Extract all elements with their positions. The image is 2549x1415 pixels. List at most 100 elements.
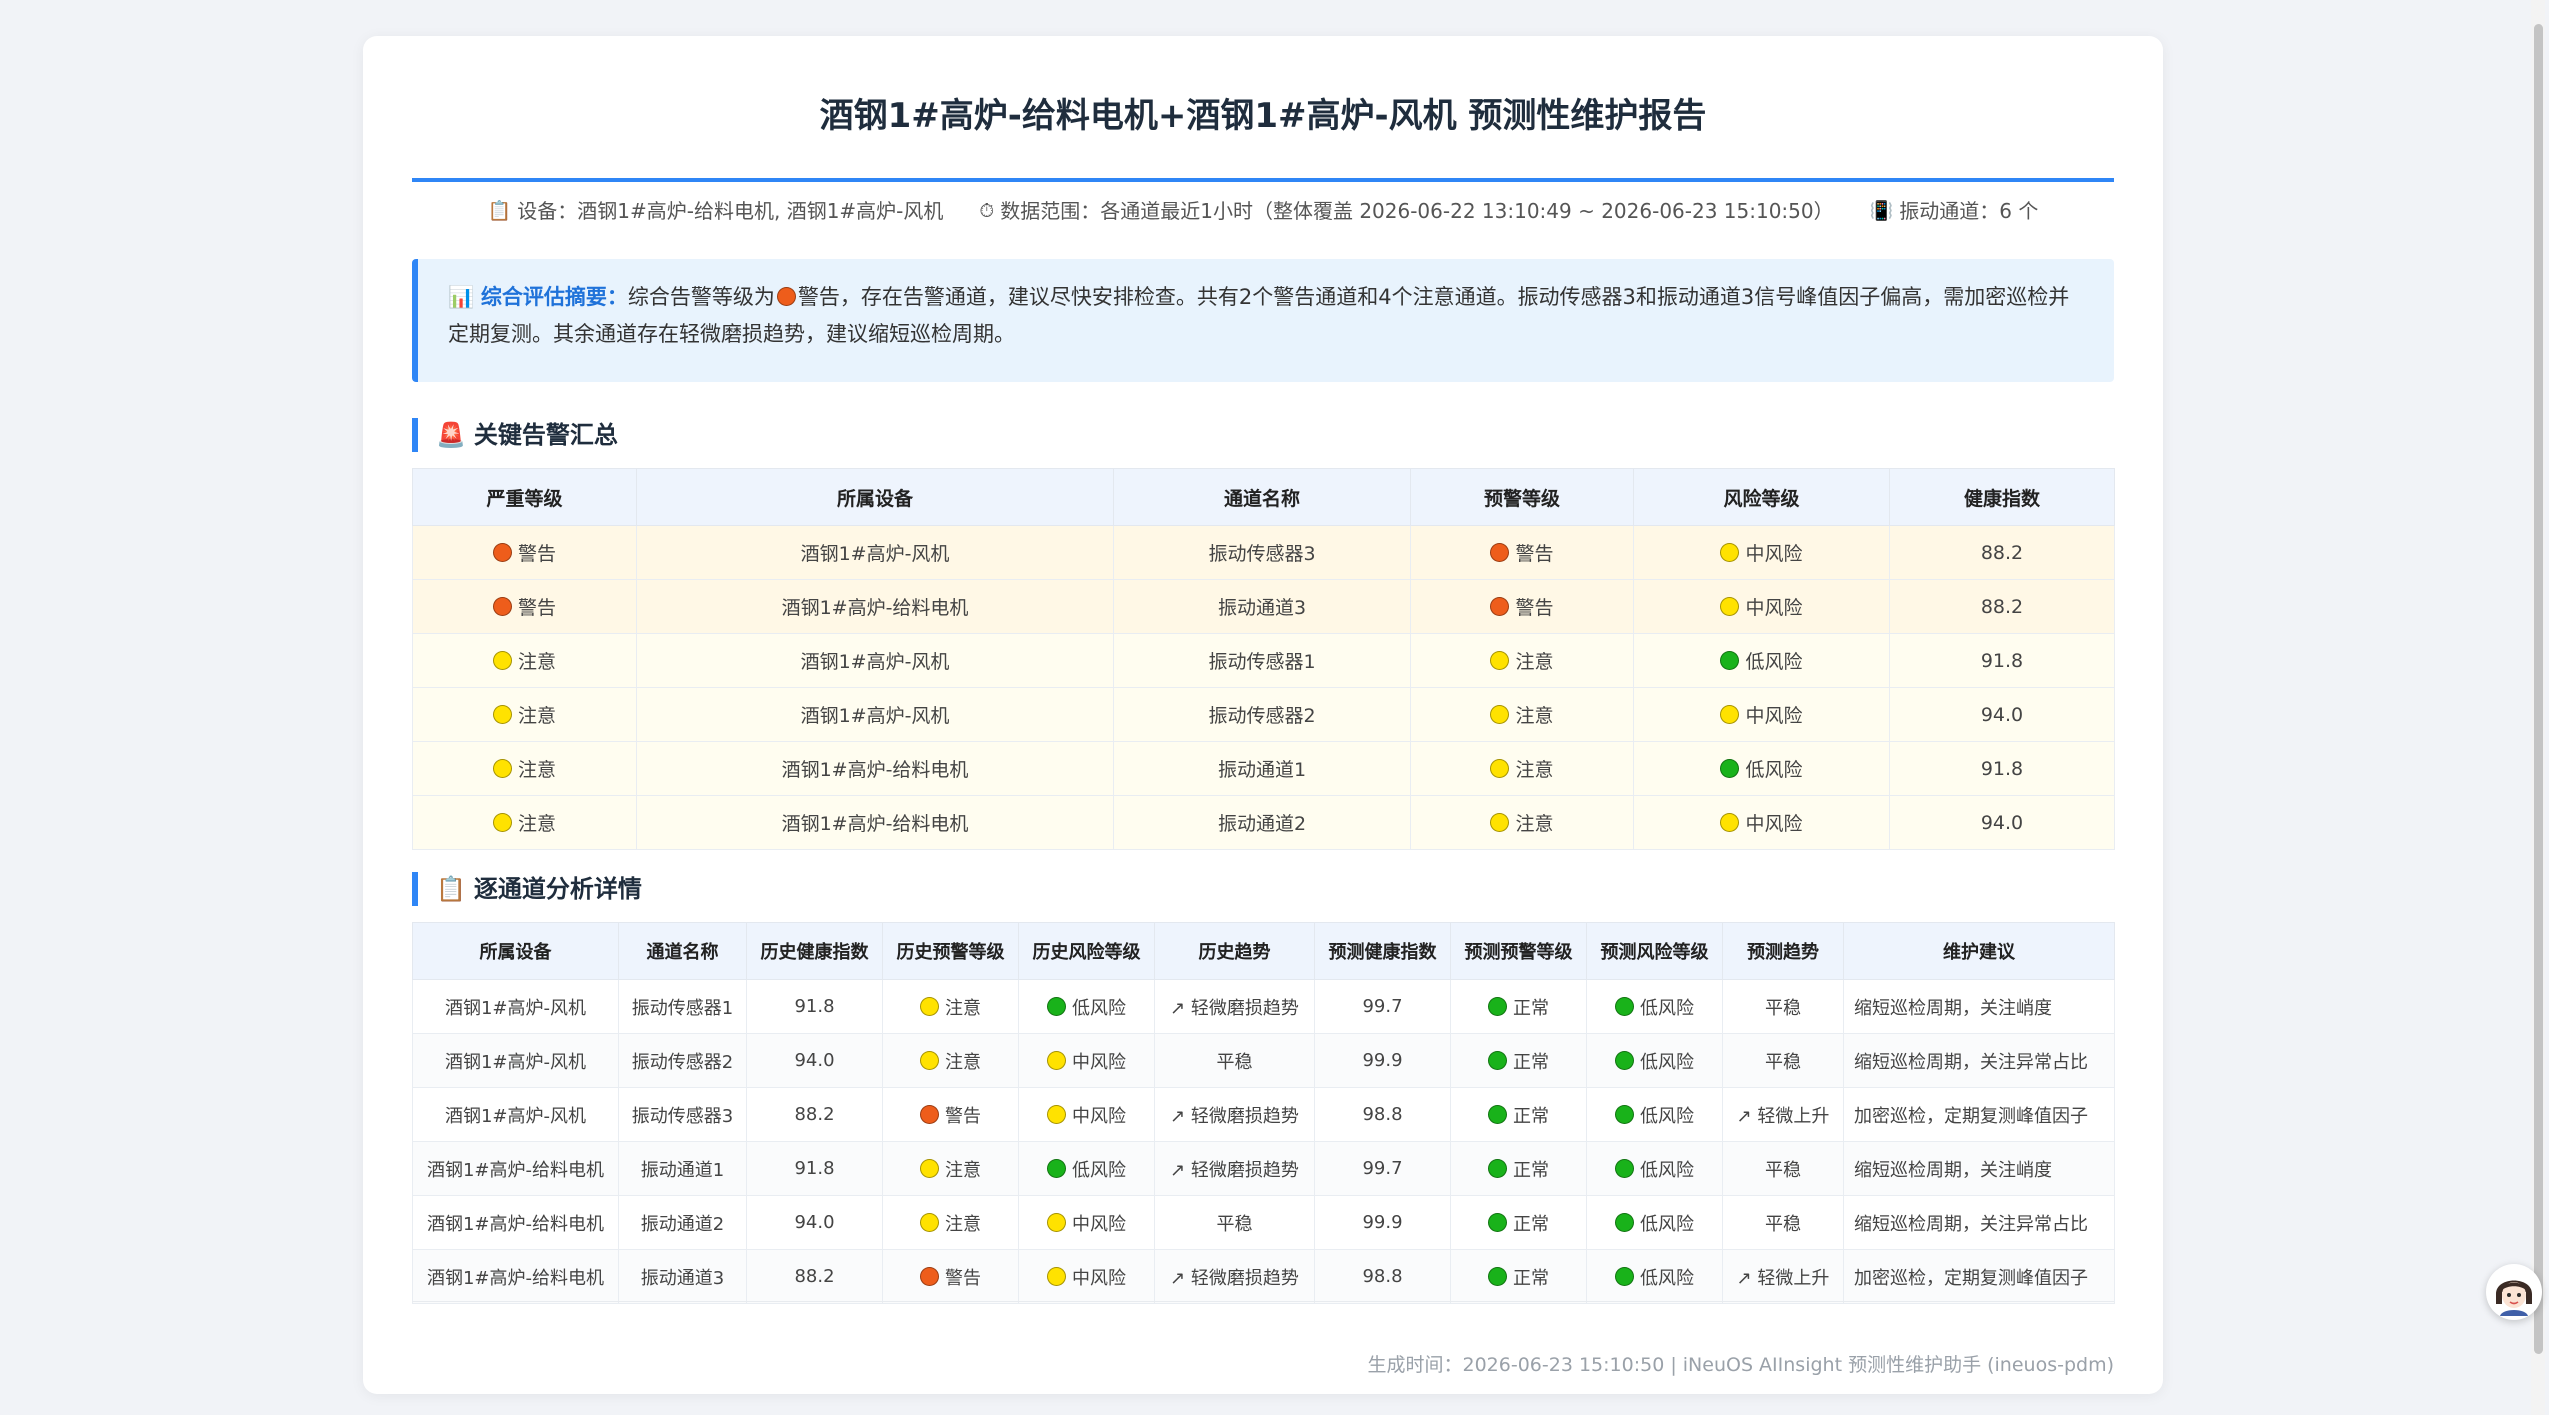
yellow-status-dot-icon (1490, 651, 1510, 670)
scrollbar-thumb[interactable] (2534, 24, 2543, 1354)
risk-level-cell: 中风险 (1633, 687, 1890, 742)
clipboard-icon: 📋 (487, 200, 512, 222)
green-status-dot-icon (1488, 996, 1507, 1016)
device-cell: 酒钢1#高炉-风机 (636, 633, 1114, 688)
report-meta: 📋 设备：酒钢1#高炉-给料电机, 酒钢1#高炉-风机 ⏱ 数据范围：各通道最近… (412, 196, 2114, 226)
advice-cell-text: 缩短巡检周期，关注异常占比 (1854, 1051, 2088, 1073)
hist-warn-cell-text: 警告 (945, 1267, 981, 1289)
warn-level-cell-text: 注意 (1515, 651, 1554, 673)
device-cell: 酒钢1#高炉-给料电机 (636, 579, 1114, 634)
clipboard-icon: 📋 (436, 875, 466, 903)
hist-risk-cell-text: 中风险 (1072, 1213, 1126, 1235)
detail-row: 酒钢1#高炉-风机 振动传感器3 88.2 警告 中风险 ↗ 轻微磨损趋势 98.8 正常 低风… (412, 1087, 2115, 1142)
orange-status-dot-icon (920, 1266, 939, 1286)
title-divider (412, 178, 2114, 182)
hist-trend-cell-text: ↗ 轻微磨损趋势 (1170, 997, 1299, 1019)
severity-cell: 警告 (412, 525, 637, 580)
assistant-button[interactable] (2486, 1264, 2542, 1320)
channel-cell-text: 振动通道2 (640, 1213, 725, 1235)
severity-cell-text: 注意 (517, 651, 556, 673)
meta-channels-text: 振动通道：6 个 (1899, 199, 2039, 223)
pred-health-cell: 99.7 (1314, 979, 1451, 1034)
hist-risk-cell-text: 中风险 (1072, 1105, 1126, 1127)
pred-health-cell: 99.9 (1314, 1033, 1451, 1088)
col-header: 所属设备 (412, 922, 619, 980)
severity-cell: 注意 (412, 633, 637, 688)
green-status-dot-icon (1615, 1158, 1634, 1178)
severity-cell-text: 注意 (517, 813, 556, 835)
device-cell: 酒钢1#高炉-给料电机 (636, 795, 1114, 850)
pred-trend-cell: 平稳 (1722, 979, 1844, 1034)
risk-level-cell: 中风险 (1633, 795, 1890, 850)
pred-trend-cell-text: ↗ 轻微上升 (1736, 1105, 1830, 1127)
alert-row: 注意 酒钢1#高炉-风机 振动传感器1 注意 低风险 91.8 (412, 633, 2115, 688)
col-header: 预警等级 (1410, 468, 1634, 526)
risk-level-cell: 中风险 (1633, 579, 1890, 634)
hist-trend-cell: 平稳 (1154, 1195, 1315, 1250)
pred-trend-cell-text: 平稳 (1765, 1213, 1801, 1235)
device-cell-text: 酒钢1#高炉-风机 (444, 1105, 587, 1127)
col-header: 历史风险等级 (1018, 922, 1155, 980)
pred-health-cell: 98.8 (1314, 1249, 1451, 1304)
green-status-dot-icon (1720, 651, 1740, 670)
pred-trend-cell-text: 平稳 (1765, 1051, 1801, 1073)
page-scrollbar[interactable] (2531, 0, 2545, 1415)
pred-health-cell-text: 98.8 (1362, 1266, 1403, 1287)
device-cell-text: 酒钢1#高炉-给料电机 (781, 597, 969, 619)
yellow-status-dot-icon (1490, 705, 1510, 724)
channel-cell-text: 振动通道1 (640, 1159, 725, 1181)
hist-health-cell-text: 88.2 (794, 1266, 835, 1287)
device-cell: 酒钢1#高炉-风机 (412, 1033, 619, 1088)
pred-warn-cell: 正常 (1450, 1141, 1587, 1196)
channel-cell-text: 振动传感器1 (1208, 651, 1316, 673)
assistant-avatar-icon (2488, 1266, 2540, 1318)
hist-warn-cell-text: 注意 (945, 997, 981, 1019)
device-cell: 酒钢1#高炉-风机 (636, 525, 1114, 580)
pred-warn-cell: 正常 (1450, 1087, 1587, 1142)
pred-trend-cell-text: ↗ 轻微上升 (1736, 1267, 1830, 1289)
warn-level-cell-text: 注意 (1515, 705, 1554, 727)
hist-health-cell-text: 91.8 (794, 996, 835, 1017)
advice-cell: 缩短巡检周期，关注峭度 (1843, 979, 2115, 1034)
pred-warn-cell-text: 正常 (1513, 997, 1549, 1019)
green-status-dot-icon (1615, 996, 1634, 1016)
yellow-status-dot-icon (920, 1212, 939, 1232)
siren-icon: 🚨 (436, 421, 466, 449)
advice-cell-text: 缩短巡检周期，关注峭度 (1854, 997, 2052, 1019)
green-status-dot-icon (1615, 1104, 1634, 1124)
col-header: 维护建议 (1843, 922, 2115, 980)
hist-warn-cell-text: 注意 (945, 1159, 981, 1181)
pred-risk-cell-text: 低风险 (1640, 1051, 1694, 1073)
hist-warn-cell-text: 注意 (945, 1213, 981, 1235)
hist-risk-cell: 中风险 (1018, 1087, 1155, 1142)
hist-warn-cell: 警告 (882, 1249, 1019, 1304)
hist-warn-cell-text: 警告 (945, 1105, 981, 1127)
pred-risk-cell-text: 低风险 (1640, 997, 1694, 1019)
green-status-dot-icon (1615, 1212, 1634, 1232)
advice-cell-text: 加密巡检，定期复测峰值因子 (1854, 1267, 2088, 1289)
col-header: 严重等级 (412, 468, 637, 526)
orange-status-dot-icon (492, 597, 512, 616)
channel-cell: 振动通道1 (618, 1141, 747, 1196)
warn-level-cell: 注意 (1410, 633, 1634, 688)
severity-cell: 警告 (412, 579, 637, 634)
alert-row: 警告 酒钢1#高炉-给料电机 振动通道3 警告 中风险 88.2 (412, 579, 2115, 634)
yellow-status-dot-icon (920, 996, 939, 1016)
yellow-status-dot-icon (492, 705, 512, 724)
pred-warn-cell: 正常 (1450, 1033, 1587, 1088)
orange-status-dot-icon (1490, 597, 1510, 616)
advice-cell: 缩短巡检周期，关注异常占比 (1843, 1195, 2115, 1250)
channel-cell: 振动传感器1 (618, 979, 747, 1034)
hist-health-cell: 91.8 (746, 1141, 883, 1196)
yellow-status-dot-icon (1047, 1212, 1066, 1232)
channel-cell-text: 振动通道1 (1217, 759, 1307, 781)
pred-trend-cell-text: 平稳 (1765, 997, 1801, 1019)
severity-cell: 注意 (412, 687, 637, 742)
device-cell: 酒钢1#高炉-给料电机 (412, 1141, 619, 1196)
col-header: 所属设备 (636, 468, 1114, 526)
pred-health-cell-text: 99.7 (1362, 996, 1403, 1017)
advice-cell-text: 加密巡检，定期复测峰值因子 (1854, 1105, 2088, 1127)
pred-risk-cell-text: 低风险 (1640, 1267, 1694, 1289)
col-header: 历史健康指数 (746, 922, 883, 980)
col-header: 预测风险等级 (1586, 922, 1723, 980)
